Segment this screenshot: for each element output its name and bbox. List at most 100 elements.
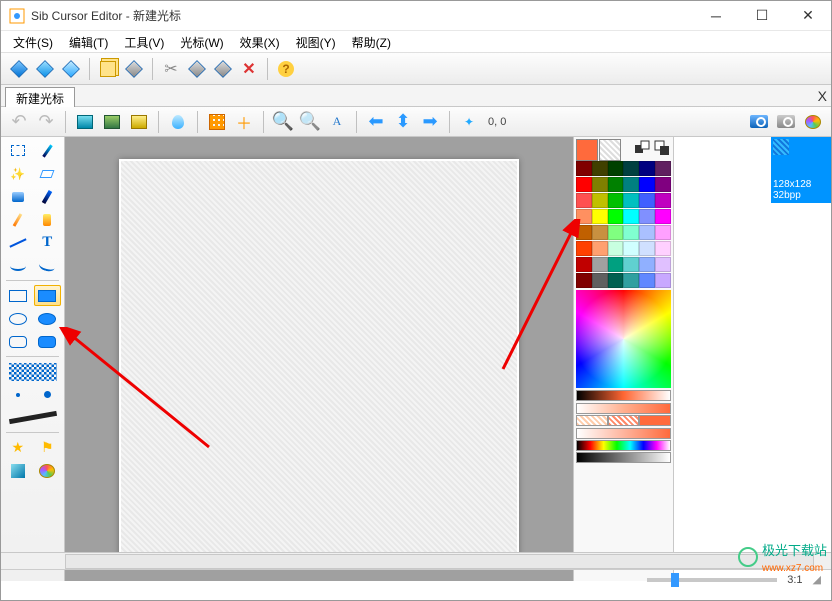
tool-spray[interactable] (34, 209, 62, 230)
palette-cell[interactable] (576, 241, 592, 256)
move-updown-button[interactable]: ⬍ (391, 110, 415, 134)
tool-roundrect-outline[interactable] (4, 331, 32, 352)
toolopt-star[interactable]: ★ (4, 437, 32, 458)
toolopt-palette[interactable] (34, 460, 62, 481)
menu-file[interactable]: 文件(S) (5, 31, 61, 52)
spectrum-bar[interactable] (576, 440, 671, 451)
canvas[interactable] (119, 159, 519, 559)
value-bar[interactable] (576, 452, 671, 463)
layer-1-button[interactable] (73, 110, 97, 134)
minimize-button[interactable]: ─ (693, 1, 739, 31)
tool-line[interactable] (4, 232, 32, 253)
cursor-hotspot-button[interactable]: ✦ (457, 110, 481, 134)
tabbar-close-icon[interactable]: X (818, 88, 827, 104)
tool-ellipse-outline[interactable] (4, 308, 32, 329)
palette-cell[interactable] (655, 177, 671, 192)
palette-cell[interactable] (608, 193, 624, 208)
palette-cell[interactable] (623, 273, 639, 288)
menu-cursor[interactable]: 光标(W) (172, 31, 231, 52)
tool-brush[interactable] (34, 186, 62, 207)
palette-cell[interactable] (608, 273, 624, 288)
palette-cell[interactable] (592, 225, 608, 240)
tool-text[interactable]: T (34, 232, 62, 253)
resize-grip-icon[interactable]: ◢ (813, 573, 821, 586)
palette-cell[interactable] (576, 225, 592, 240)
palette-cell[interactable] (655, 209, 671, 224)
tool-eyedropper[interactable] (34, 140, 62, 161)
palette-cell[interactable] (608, 225, 624, 240)
zoom-out-button[interactable]: 🔍 (298, 110, 322, 134)
tool-fill[interactable] (4, 186, 32, 207)
capture-button[interactable] (747, 110, 771, 134)
background-color-swatch[interactable] (599, 139, 621, 161)
palette-cell[interactable] (608, 257, 624, 272)
layer-3-button[interactable] (127, 110, 151, 134)
delete-button[interactable]: ✕ (237, 57, 261, 81)
menu-help[interactable]: 帮助(Z) (344, 31, 399, 52)
menu-tools[interactable]: 工具(V) (116, 31, 172, 52)
tool-wand[interactable]: ✨ (4, 163, 32, 184)
snapshot-button[interactable] (774, 110, 798, 134)
palette-cell[interactable] (608, 161, 624, 176)
palette-cell[interactable] (576, 257, 592, 272)
copy-button[interactable] (185, 57, 209, 81)
tool-curve[interactable] (4, 255, 32, 276)
layer-2-button[interactable] (100, 110, 124, 134)
palette-cell[interactable] (608, 209, 624, 224)
palette-cell[interactable] (576, 273, 592, 288)
move-left-button[interactable]: ⬅ (364, 110, 388, 134)
center-button[interactable]: ＋ (232, 110, 256, 134)
palette-cell[interactable] (655, 193, 671, 208)
palette-cell[interactable] (623, 241, 639, 256)
palette-cell[interactable] (639, 177, 655, 192)
palette-cell[interactable] (592, 177, 608, 192)
help-button[interactable]: ? (274, 57, 298, 81)
palette-cell[interactable] (623, 209, 639, 224)
close-button[interactable]: ✕ (785, 1, 831, 31)
palette-cell[interactable] (592, 273, 608, 288)
tool-rect-filled[interactable] (34, 285, 62, 306)
palette-cell[interactable] (623, 177, 639, 192)
palette-cell[interactable] (639, 241, 655, 256)
zoom-in-button[interactable]: 🔍 (271, 110, 295, 134)
palette-cell[interactable] (655, 161, 671, 176)
redo-button[interactable]: ↷ (34, 110, 58, 134)
gradient-bar-sat[interactable] (576, 403, 671, 414)
palette-cell[interactable] (639, 193, 655, 208)
palette-cell[interactable] (592, 257, 608, 272)
palette-cell[interactable] (655, 225, 671, 240)
new-button[interactable] (7, 57, 31, 81)
open-button[interactable] (33, 57, 57, 81)
export-button[interactable] (96, 57, 120, 81)
palette-cell[interactable] (592, 161, 608, 176)
cut-button[interactable] (159, 57, 183, 81)
toolopt-cube[interactable] (4, 460, 32, 481)
palette-cell[interactable] (623, 193, 639, 208)
frame-thumb-128[interactable]: 128x128 32bpp (771, 137, 831, 203)
zoom-text-button[interactable]: A (325, 110, 349, 134)
tool-roundrect-filled[interactable] (34, 331, 62, 352)
menu-view[interactable]: 视图(Y) (288, 31, 344, 52)
palette-cell[interactable] (608, 177, 624, 192)
tool-eraser[interactable] (34, 163, 62, 184)
toolopt-flag[interactable]: ⚑ (34, 437, 62, 458)
color-palette-button[interactable] (801, 110, 825, 134)
color-wheel[interactable] (576, 290, 671, 388)
import-button[interactable] (122, 57, 146, 81)
palette-cell[interactable] (576, 209, 592, 224)
tool-rect-outline[interactable] (4, 285, 32, 306)
pattern-row-1[interactable] (576, 415, 671, 426)
palette-cell[interactable] (623, 161, 639, 176)
palette-cell[interactable] (592, 193, 608, 208)
palette-cell[interactable] (639, 257, 655, 272)
tool-select[interactable] (4, 140, 32, 161)
palette-cell[interactable] (655, 257, 671, 272)
save-button[interactable] (59, 57, 83, 81)
menu-edit[interactable]: 编辑(T) (61, 31, 116, 52)
palette-cell[interactable] (639, 209, 655, 224)
palette-cell[interactable] (639, 161, 655, 176)
palette-grid[interactable] (576, 161, 671, 288)
maximize-button[interactable]: ☐ (739, 1, 785, 31)
palette-cell[interactable] (639, 273, 655, 288)
dither-dot1[interactable] (4, 384, 32, 405)
